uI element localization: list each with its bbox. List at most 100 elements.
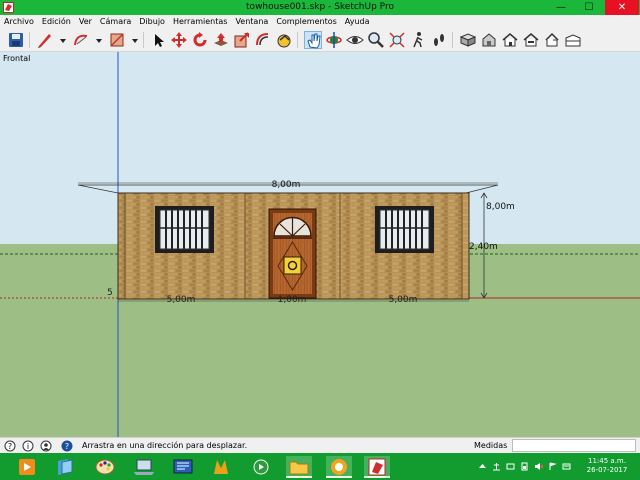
taskbar-winamp[interactable] [208, 456, 234, 478]
top-view-button[interactable] [501, 31, 519, 49]
pan-tool[interactable] [304, 31, 322, 49]
svg-text:?: ? [65, 442, 69, 451]
push-pull-icon [214, 33, 228, 46]
taskbar-mobility-center[interactable] [131, 456, 157, 478]
menu-ventana[interactable]: Ventana [231, 15, 272, 28]
taskbar-windows-media-player[interactable] [14, 456, 40, 478]
push-pull-tool[interactable] [212, 31, 230, 49]
menu-ayuda[interactable]: Ayuda [341, 15, 374, 28]
window-left [155, 206, 214, 253]
arc-tool[interactable] [72, 31, 90, 49]
maximize-button[interactable]: ☐ [576, 0, 602, 15]
minimize-button[interactable]: — [548, 0, 574, 15]
toolbar-separator [29, 32, 30, 48]
menu-complementos[interactable]: Complementos [272, 15, 340, 28]
floppy-disk-icon [9, 33, 23, 47]
menu-archivo[interactable]: Archivo [0, 15, 38, 28]
taskbar-clock[interactable]: 11:45 a.m. 26-07-2017 [578, 457, 636, 475]
front-view-button[interactable] [522, 31, 540, 49]
measurements-input[interactable] [512, 439, 636, 452]
taskbar-media-center[interactable] [248, 456, 274, 478]
geolocation-icon[interactable]: ? [4, 440, 16, 452]
tray-device-icon[interactable] [506, 462, 515, 471]
credits-icon[interactable]: i [22, 440, 34, 452]
iso-house-icon [482, 33, 496, 47]
menu-herramientas[interactable]: Herramientas [169, 15, 232, 28]
triangle-down-icon [96, 39, 102, 43]
look-around-tool[interactable] [346, 31, 364, 49]
snagit-icon [331, 459, 347, 475]
tray-flag-icon[interactable] [548, 462, 557, 471]
dimension-right-segment: 5,00m [389, 295, 418, 305]
zoom-extents-icon [389, 32, 405, 48]
dimension-left-edge: 5 [107, 288, 113, 298]
components-icon [459, 33, 477, 47]
tray-network-icon[interactable] [492, 462, 501, 471]
save-button[interactable] [7, 31, 25, 49]
toolbar-separator [143, 32, 144, 48]
status-bar: ? i ? Arrastra en una dirección para des… [0, 437, 640, 453]
taskbar: 11:45 a.m. 26-07-2017 [0, 453, 640, 480]
arrow-cursor-icon [155, 34, 164, 47]
back-view-button[interactable] [564, 31, 582, 49]
zoom-tool[interactable] [367, 31, 385, 49]
follow-me-tool[interactable] [275, 31, 293, 49]
rotate-tool[interactable] [191, 31, 209, 49]
dimension-total-width: 8,00m [272, 180, 301, 190]
orbit-tool[interactable] [325, 31, 343, 49]
scale-tool[interactable] [233, 31, 251, 49]
help-icon[interactable]: ? [61, 440, 73, 452]
footprints-tool[interactable] [430, 31, 448, 49]
offset-tool[interactable] [254, 31, 272, 49]
menu-ver[interactable]: Ver [75, 15, 96, 28]
tray-battery-icon[interactable] [520, 462, 529, 471]
follow-me-icon [277, 34, 291, 48]
taskbar-sketchup[interactable] [364, 456, 390, 478]
house-side-icon [545, 32, 559, 47]
taskbar-paint[interactable] [92, 456, 118, 478]
components-button[interactable] [459, 31, 477, 49]
user-account-icon[interactable] [40, 440, 52, 452]
taskbar-snagit[interactable] [326, 456, 352, 478]
tray-keyboard-icon[interactable] [562, 462, 571, 471]
walk-tool[interactable] [409, 31, 427, 49]
tray-arrow-icon[interactable] [478, 462, 487, 471]
media-center-icon [253, 459, 269, 475]
taskbar-remote-desktop[interactable] [170, 456, 196, 478]
menu-camara[interactable]: Cámara [96, 15, 135, 28]
tray-volume-icon[interactable] [534, 462, 543, 471]
house-icon [502, 33, 518, 47]
title-bar: towhouse001.skp - SketchUp Pro — ☐ ✕ [0, 0, 640, 15]
viewport-3d[interactable]: 8,00m 8,00m 2,40m 5,00m 1,00m 5,00m 5 Fr… [0, 52, 640, 437]
offset-icon [256, 33, 269, 46]
front-door [268, 208, 317, 299]
svg-text:i: i [27, 442, 29, 451]
toolbar-separator [452, 32, 453, 48]
zoom-extents-tool[interactable] [388, 31, 406, 49]
move-tool[interactable] [170, 31, 188, 49]
rectangle-dropdown[interactable] [126, 31, 138, 49]
pencil-tool[interactable] [36, 31, 54, 49]
rectangle-tool[interactable] [108, 31, 126, 49]
arc-icon [74, 34, 88, 46]
close-button[interactable]: ✕ [605, 0, 639, 15]
winamp-icon [214, 460, 228, 474]
menu-edicion[interactable]: Edición [38, 15, 75, 28]
window-right [375, 206, 434, 253]
scale-icon [234, 32, 249, 48]
iso-view-button[interactable] [480, 31, 498, 49]
select-tool[interactable] [149, 31, 167, 49]
taskbar-window-switcher[interactable] [52, 456, 78, 478]
menu-dibujo[interactable]: Dibujo [135, 15, 169, 28]
arc-dropdown[interactable] [90, 31, 102, 49]
taskbar-file-explorer[interactable] [286, 456, 312, 478]
pencil-dropdown[interactable] [54, 31, 66, 49]
laptop-icon [134, 459, 154, 475]
walking-person-icon [413, 32, 423, 48]
status-hint-text: Arrastra en una dirección para desplazar… [82, 441, 248, 450]
right-view-button[interactable] [543, 31, 561, 49]
folder-icon [289, 461, 309, 475]
pencil-icon [38, 34, 51, 48]
scene-tab-label[interactable]: Frontal [3, 54, 30, 63]
orbit-icon [326, 32, 342, 48]
